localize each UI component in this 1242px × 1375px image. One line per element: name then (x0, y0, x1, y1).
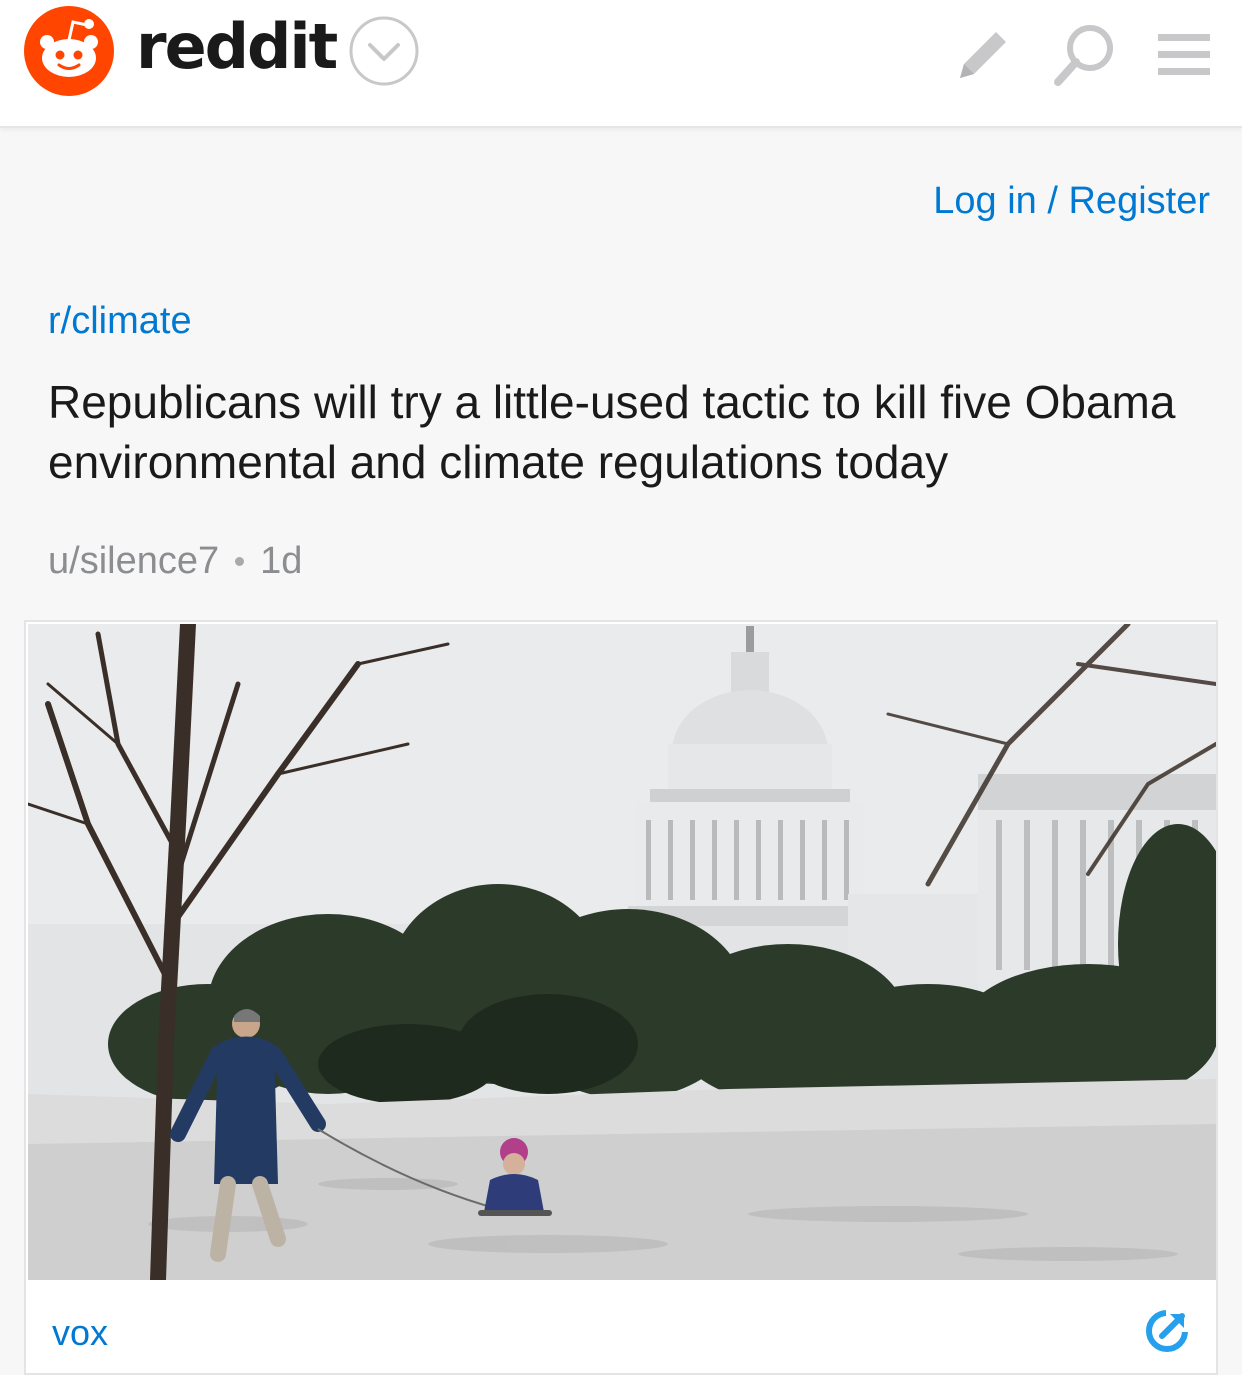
meta-separator-dot (235, 557, 245, 566)
brand-wordmark: reddit (136, 10, 338, 83)
chevron-down-icon[interactable] (348, 15, 420, 87)
search-icon[interactable] (1052, 22, 1118, 88)
top-navigation-bar: reddit (0, 0, 1242, 128)
link-preview-card[interactable]: vox (24, 620, 1218, 1375)
hamburger-menu-icon[interactable] (1156, 30, 1212, 80)
brand-home-link[interactable]: reddit (24, 5, 420, 97)
link-domain[interactable]: vox (52, 1312, 108, 1354)
post-author[interactable]: u/silence7 (48, 540, 219, 583)
link-preview-image[interactable] (28, 624, 1216, 1280)
header-actions (952, 22, 1212, 88)
subreddit-link[interactable]: r/climate (48, 300, 192, 343)
post-meta: u/silence7 1d (48, 540, 302, 583)
external-link-icon[interactable] (1144, 1308, 1190, 1354)
pencil-icon[interactable] (952, 24, 1014, 86)
snoo-logo-icon (24, 6, 114, 96)
post-age: 1d (260, 540, 303, 582)
post-title[interactable]: Republicans will try a little-used tacti… (48, 372, 1208, 492)
login-register-link[interactable]: Log in / Register (933, 180, 1210, 223)
